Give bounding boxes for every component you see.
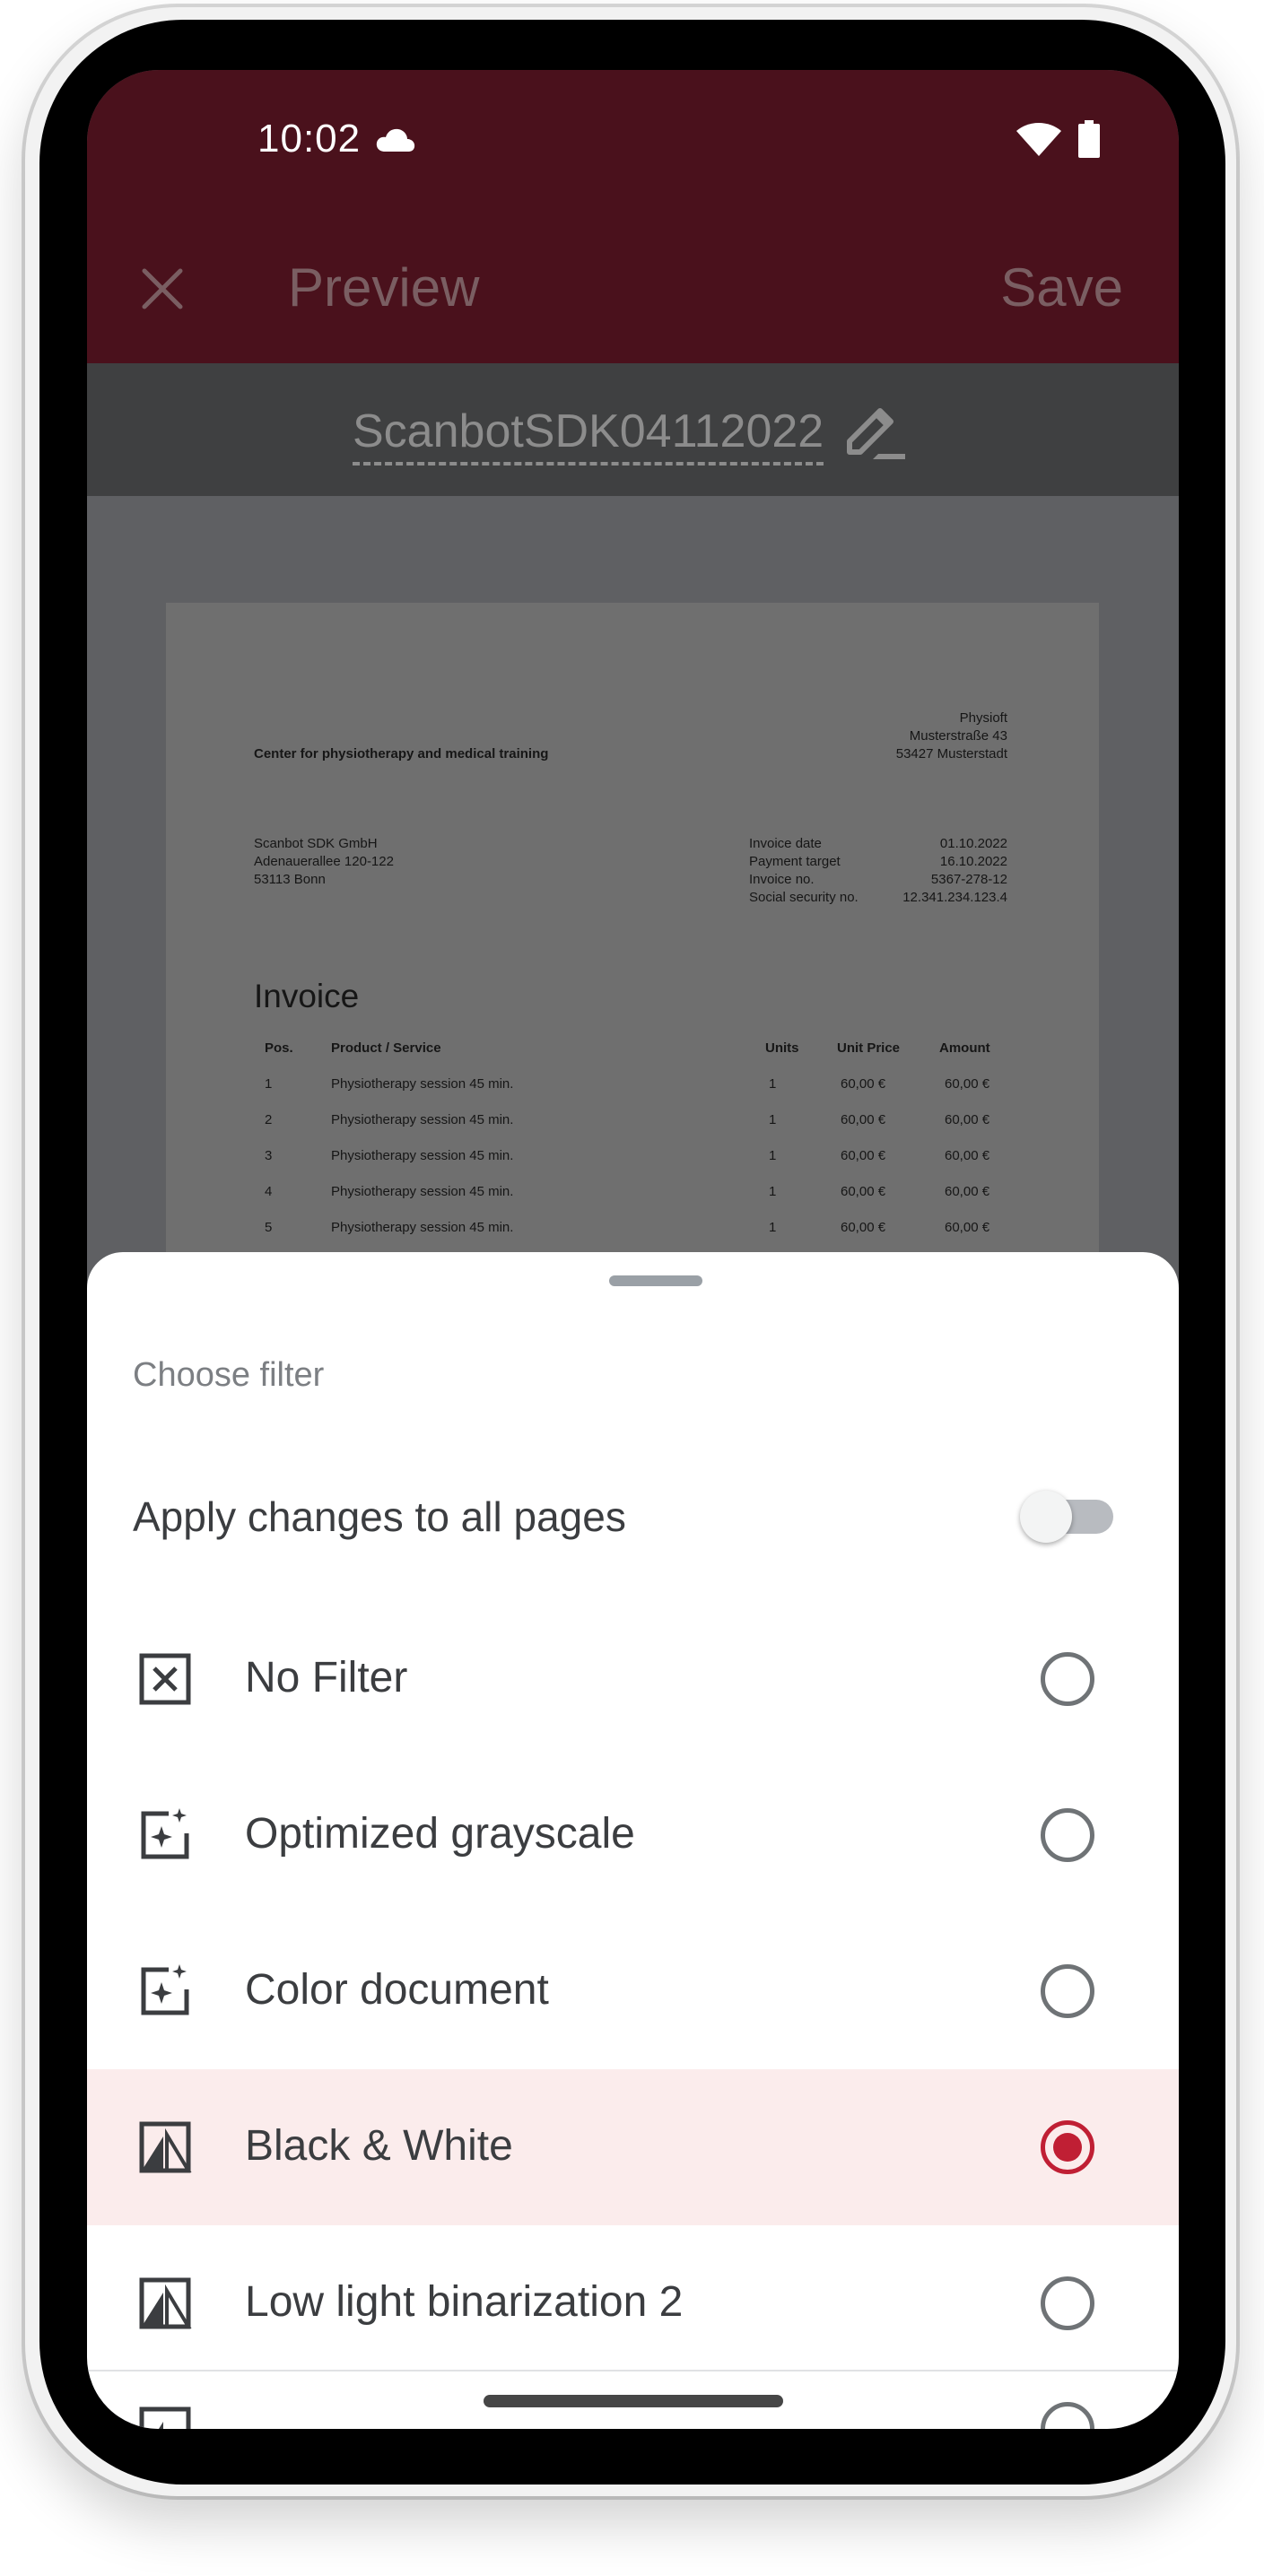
- meta-value: 12.341.234.123.4: [902, 890, 1007, 905]
- table-cell: 1: [769, 1148, 777, 1163]
- table-cell: 60,00 €: [841, 1184, 886, 1199]
- sender-address-line: Musterstraße 43: [909, 728, 1007, 744]
- device-screen: 10:02 Preview Save ScanbotSDK04112022 Ce…: [87, 70, 1179, 2429]
- table-header: Product / Service: [331, 1040, 441, 1056]
- meta-label: Social security no.: [749, 890, 859, 905]
- table-cell: 60,00 €: [841, 1220, 886, 1235]
- status-time: 10:02: [257, 117, 362, 161]
- pencil-icon[interactable]: [841, 402, 907, 465]
- table-cell: Physiotherapy session 45 min.: [331, 1220, 514, 1235]
- table-cell: 60,00 €: [945, 1148, 990, 1163]
- table-header: Pos.: [265, 1040, 293, 1056]
- table-cell: Physiotherapy session 45 min.: [331, 1112, 514, 1127]
- filter-option-black-white[interactable]: Black & White: [87, 2069, 1179, 2225]
- filter-option-no-filter[interactable]: No Filter: [87, 1601, 1179, 1757]
- drag-handle[interactable]: [609, 1275, 702, 1286]
- apply-all-toggle[interactable]: [1020, 1482, 1128, 1545]
- recipient-address-line: Adenauerallee 120-122: [254, 854, 394, 869]
- apply-all-label: Apply changes to all pages: [133, 1493, 626, 1540]
- table-cell: 1: [769, 1076, 777, 1092]
- filter-label: Optimized grayscale: [245, 1810, 635, 1858]
- toggle-thumb: [1020, 1491, 1072, 1543]
- filter-label: Color document: [245, 1966, 549, 2014]
- table-header: Units: [765, 1040, 799, 1056]
- close-icon[interactable]: [139, 265, 186, 312]
- table-cell: 2: [265, 1112, 273, 1127]
- filter-radio[interactable]: [1041, 1808, 1094, 1862]
- table-cell: 60,00 €: [945, 1220, 990, 1235]
- wifi-icon: [1016, 123, 1061, 156]
- filter-bottom-sheet: Choose filter Apply changes to all pages…: [87, 1252, 1179, 2429]
- table-cell: Physiotherapy session 45 min.: [331, 1148, 514, 1163]
- black-white-icon: [139, 2121, 192, 2173]
- sender-address-line: Physioft: [959, 710, 1007, 726]
- sender-name: Center for physiotherapy and medical tra…: [254, 746, 549, 761]
- black-white-icon: [139, 2277, 192, 2329]
- filter-radio[interactable]: [1041, 1964, 1094, 2018]
- sheet-title: Choose filter: [133, 1356, 325, 1394]
- meta-label: Invoice date: [749, 836, 822, 851]
- table-cell: 60,00 €: [841, 1076, 886, 1092]
- table-cell: Physiotherapy session 45 min.: [331, 1076, 514, 1092]
- filter-label: Black & White: [245, 2122, 513, 2170]
- table-header: Amount: [939, 1040, 990, 1056]
- table-cell: 1: [265, 1076, 273, 1092]
- page-title: Preview: [288, 257, 480, 318]
- document-preview: Center for physiotherapy and medical tra…: [166, 603, 1099, 1284]
- table-cell: 60,00 €: [945, 1076, 990, 1092]
- radio-dot: [1053, 2133, 1082, 2162]
- sender-address-line: 53427 Musterstadt: [895, 746, 1007, 761]
- table-cell: 1: [769, 1112, 777, 1127]
- table-cell: 1: [769, 1184, 777, 1199]
- sparkle-image-icon: [141, 1964, 189, 2015]
- filter-label: No Filter: [245, 1654, 408, 1701]
- meta-label: Invoice no.: [749, 872, 815, 887]
- meta-value: 5367-278-12: [930, 872, 1007, 887]
- recipient-address-line: Scanbot SDK GmbH: [254, 836, 378, 851]
- filter-option-low-light-binarization-2[interactable]: Low light binarization 2: [87, 2225, 1179, 2381]
- save-button[interactable]: Save: [1000, 257, 1123, 318]
- cloud-icon: [376, 128, 415, 152]
- filter-radio[interactable]: [1041, 2402, 1094, 2429]
- filename-field[interactable]: ScanbotSDK04112022: [353, 405, 824, 466]
- table-cell: 1: [769, 1220, 777, 1235]
- table-cell: 3: [265, 1148, 273, 1163]
- filter-radio[interactable]: [1041, 1652, 1094, 1706]
- sparkle-image-icon: [141, 1808, 189, 1859]
- battery-icon: [1078, 120, 1100, 158]
- divider: [87, 2370, 1179, 2371]
- table-header: Unit Price: [837, 1040, 901, 1056]
- meta-value: 01.10.2022: [939, 836, 1007, 851]
- recipient-address-line: 53113 Bonn: [254, 872, 326, 887]
- table-cell: 60,00 €: [841, 1112, 886, 1127]
- filter-option-optimized-grayscale[interactable]: Optimized grayscale: [87, 1757, 1179, 1913]
- filter-label: Low light binarization 2: [245, 2278, 684, 2326]
- meta-label: Payment target: [749, 854, 841, 869]
- no-filter-icon: [139, 1653, 191, 1705]
- home-indicator[interactable]: [484, 2395, 783, 2407]
- table-cell: 60,00 €: [841, 1148, 886, 1163]
- table-cell: 60,00 €: [945, 1184, 990, 1199]
- filter-option-color-document[interactable]: Color document: [87, 1913, 1179, 2069]
- table-cell: Physiotherapy session 45 min.: [331, 1184, 514, 1199]
- table-cell: 5: [265, 1220, 273, 1235]
- app-bar: [87, 70, 1179, 363]
- table-cell: 4: [265, 1184, 273, 1199]
- table-cell: 60,00 €: [945, 1112, 990, 1127]
- invoice-heading: Invoice: [254, 978, 360, 1014]
- black-white-icon: [139, 2406, 191, 2429]
- filter-radio-selected[interactable]: [1041, 2120, 1094, 2174]
- filter-radio[interactable]: [1041, 2276, 1094, 2330]
- meta-value: 16.10.2022: [939, 854, 1007, 869]
